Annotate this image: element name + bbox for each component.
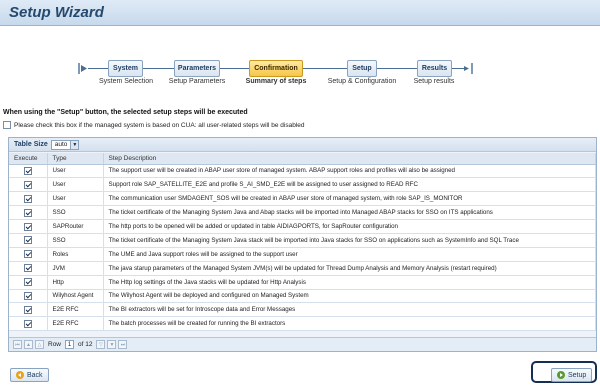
step-description: Support role SAP_SATELLITE_E2E and profi…	[103, 177, 596, 193]
execute-checkbox[interactable]	[23, 319, 32, 328]
table-row: E2E RFC The BI extractors will be set for…	[9, 302, 596, 318]
step-description: The batch processes will be created for …	[103, 316, 596, 332]
setup-button[interactable]: Setup	[551, 368, 593, 382]
row-down-icon[interactable]: ▽	[96, 340, 106, 349]
step-description: The UME and Java support roles will be a…	[103, 247, 596, 262]
step-description: The java starup parameters of the Manage…	[103, 261, 596, 276]
page-title: Setup Wizard	[9, 4, 104, 21]
step-description: The ticket certificate of the Managing S…	[103, 233, 596, 248]
column-header-execute[interactable]: Execute	[9, 153, 48, 165]
column-header-description[interactable]: Step Description	[103, 153, 596, 165]
table-row: Roles The UME and Java support roles will…	[9, 247, 596, 262]
step-description: The communication user SMDAGENT_SOS will…	[103, 191, 596, 207]
table-row: User The support user will be created in …	[9, 164, 596, 179]
step-description: The support user will be created in ABAP…	[103, 164, 596, 179]
chevron-down-icon[interactable]: ▼	[70, 140, 79, 149]
first-page-icon[interactable]: ⏮	[13, 340, 22, 349]
step-system[interactable]: System	[108, 60, 143, 77]
step-parameters[interactable]: Parameters	[174, 60, 220, 77]
step-description: The http ports to be opened will be adde…	[103, 219, 596, 234]
table-row: User The communication user SMDAGENT_SOS …	[9, 191, 596, 207]
execute-checkbox[interactable]	[23, 278, 32, 287]
cua-checkbox-row[interactable]: Please check this box if the managed sys…	[3, 121, 304, 129]
step-confirmation-sub: Summary of steps	[245, 78, 307, 85]
info-text: When using the "Setup" button, the selec…	[3, 109, 248, 116]
step-type: Wilyhost Agent	[47, 289, 104, 304]
table-row: SSO The ticket certificate of the Managin…	[9, 205, 596, 221]
setup-steps-table: Table Size auto ▼ Execute Type Step Desc…	[8, 137, 597, 352]
step-description: The BI extractors will be set for Intros…	[103, 302, 596, 318]
step-type: Http	[47, 275, 104, 290]
back-button[interactable]: Back	[10, 368, 49, 382]
step-setup[interactable]: Setup	[347, 60, 377, 77]
step-type: SSO	[47, 205, 104, 221]
roadmap-start-icon	[78, 63, 87, 74]
step-confirmation[interactable]: Confirmation	[249, 60, 303, 77]
execute-checkbox[interactable]	[23, 236, 32, 245]
table-row: SSO The ticket certificate of the Managin…	[9, 233, 596, 248]
step-type: SSO	[47, 233, 104, 248]
execute-checkbox[interactable]	[23, 291, 32, 300]
table-row: Http The Http log settings of the Java st…	[9, 275, 596, 290]
cua-checkbox[interactable]	[3, 121, 11, 129]
execute-checkbox[interactable]	[23, 208, 32, 217]
setup-button-label: Setup	[568, 371, 587, 379]
table-row: User Support role SAP_SATELLITE_E2E and p…	[9, 177, 596, 193]
step-type: E2E RFC	[47, 316, 104, 332]
row-input[interactable]: 1	[65, 340, 75, 349]
table-size-label: Table Size	[14, 141, 48, 148]
table-size-select[interactable]: auto ▼	[50, 139, 80, 150]
run-icon	[557, 371, 565, 379]
roadmap-end-icon	[464, 63, 473, 74]
table-toolbar: Table Size auto ▼	[9, 138, 596, 152]
step-type: User	[47, 191, 104, 207]
table-size-value: auto	[54, 141, 68, 148]
step-type: JVM	[47, 261, 104, 276]
row-up-icon[interactable]: △	[35, 340, 44, 349]
execute-checkbox[interactable]	[23, 166, 32, 175]
step-system-sub: System Selection	[98, 78, 154, 85]
step-type: User	[47, 164, 104, 179]
steps-table: Execute Type Step Description User The su…	[9, 153, 596, 332]
step-description: The ticket certificate of the Managing S…	[103, 205, 596, 221]
execute-checkbox[interactable]	[23, 305, 32, 314]
step-description: The Http log settings of the Java stacks…	[103, 275, 596, 290]
row-label: Row	[48, 341, 62, 348]
table-pager: ⏮ ▲ △ Row 1 of 12 ▽ ▼ ⏭	[9, 337, 596, 351]
step-type: SAPRouter	[47, 219, 104, 234]
back-arrow-icon	[16, 371, 24, 379]
row-count: of 12	[78, 341, 93, 348]
roadmap: System System Selection Parameters Setup…	[78, 58, 478, 90]
execute-checkbox[interactable]	[23, 250, 32, 259]
step-results[interactable]: Results	[417, 60, 452, 77]
table-row: JVM The java starup parameters of the Man…	[9, 261, 596, 276]
step-description: The Wilyhost Agent will be deployed and …	[103, 289, 596, 304]
table-row: E2E RFC The batch processes will be creat…	[9, 316, 596, 332]
step-type: E2E RFC	[47, 302, 104, 318]
back-button-label: Back	[27, 371, 43, 379]
step-type: User	[47, 177, 104, 193]
execute-checkbox[interactable]	[23, 264, 32, 273]
page-down-icon[interactable]: ▼	[107, 340, 117, 349]
last-page-icon[interactable]: ⏭	[118, 340, 128, 349]
table-row: SAPRouter The http ports to be opened wil…	[9, 219, 596, 234]
step-type: Roles	[47, 247, 104, 262]
page-up-icon[interactable]: ▲	[24, 340, 33, 349]
step-results-sub: Setup results	[413, 78, 455, 85]
column-header-type[interactable]: Type	[47, 153, 104, 165]
execute-checkbox[interactable]	[23, 194, 32, 203]
execute-checkbox[interactable]	[23, 180, 32, 189]
cua-checkbox-label: Please check this box if the managed sys…	[14, 121, 305, 129]
execute-checkbox[interactable]	[23, 222, 32, 231]
wizard-header: Setup Wizard	[0, 0, 600, 26]
step-parameters-sub: Setup Parameters	[168, 78, 226, 85]
step-setup-sub: Setup & Configuration	[327, 78, 397, 85]
table-row: Wilyhost Agent The Wilyhost Agent will be…	[9, 289, 596, 304]
table-header-row: Execute Type Step Description	[9, 153, 596, 165]
